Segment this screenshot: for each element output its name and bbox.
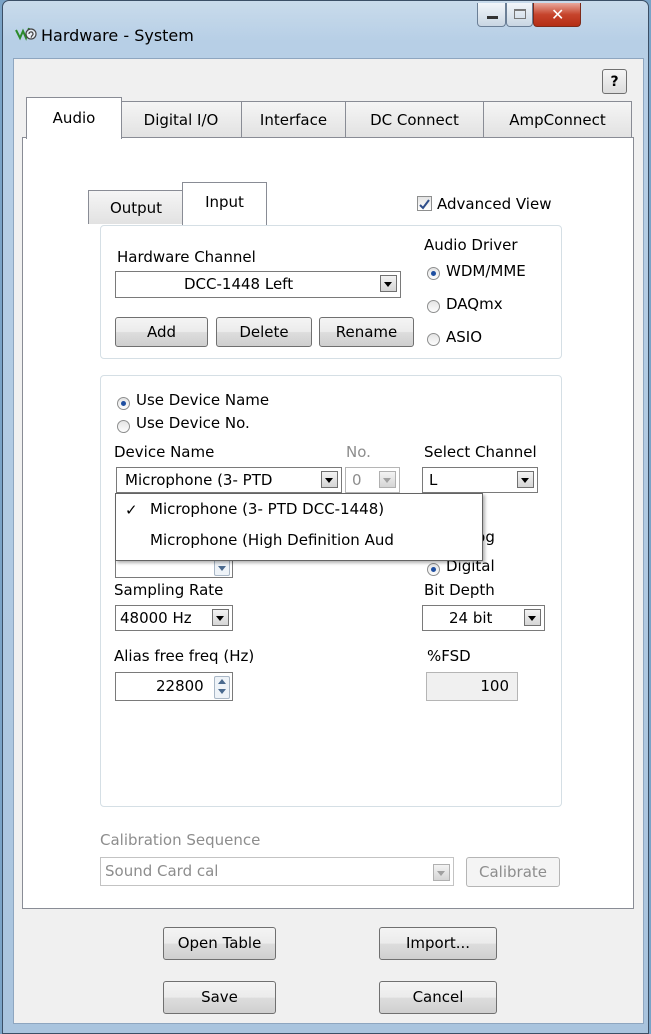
alias-free-input[interactable]: 22800 bbox=[115, 672, 233, 701]
chevron-down-icon bbox=[517, 471, 534, 488]
delete-button[interactable]: Delete bbox=[216, 317, 312, 347]
bit-depth-label: Bit Depth bbox=[424, 581, 495, 599]
calibration-sequence-label: Calibration Sequence bbox=[100, 831, 261, 849]
device-name-value: Microphone (3- PTD bbox=[125, 471, 273, 489]
import-button[interactable]: Import... bbox=[379, 927, 497, 960]
sampling-rate-value: 48000 Hz bbox=[120, 609, 192, 627]
tab-dc-connect[interactable]: DC Connect bbox=[345, 101, 484, 137]
menu-item-device-1[interactable]: Microphone (High Definition Aud bbox=[116, 527, 482, 557]
device-name-label: Device Name bbox=[114, 443, 215, 461]
minimize-icon bbox=[487, 16, 498, 19]
device-no-select: 0 bbox=[345, 467, 400, 493]
add-button[interactable]: Add bbox=[115, 317, 208, 347]
hardware-channel-label: Hardware Channel bbox=[117, 248, 256, 266]
audio-driver-label: Audio Driver bbox=[424, 236, 518, 254]
window-title: Hardware - System bbox=[41, 26, 194, 45]
sampling-rate-select[interactable]: 48000 Hz bbox=[115, 605, 233, 631]
checkmark-icon bbox=[419, 199, 430, 210]
driver-daqmx-label: DAQmx bbox=[446, 295, 503, 313]
fsd-value: 100 bbox=[480, 677, 509, 695]
hardware-channel-select[interactable]: DCC-1448 Left bbox=[115, 271, 401, 298]
save-button[interactable]: Save bbox=[163, 981, 276, 1014]
chevron-down-icon bbox=[321, 471, 338, 488]
alias-free-value: 22800 bbox=[156, 677, 204, 695]
chevron-down-icon bbox=[433, 864, 450, 881]
bit-depth-value: 24 bit bbox=[449, 609, 493, 627]
device-no-label: No. bbox=[346, 443, 371, 461]
menu-item-device-0[interactable]: ✓ Microphone (3- PTD DCC-1448) bbox=[116, 496, 482, 526]
select-channel-value: L bbox=[429, 471, 438, 489]
chevron-down-icon bbox=[379, 471, 396, 488]
sampling-rate-label: Sampling Rate bbox=[114, 581, 224, 599]
device-no-value: 0 bbox=[352, 471, 362, 489]
close-icon: ✕ bbox=[551, 5, 565, 24]
chevron-down-icon bbox=[380, 275, 397, 292]
window: Hardware - System ✕ ? Audio Digital I/O … bbox=[2, 0, 649, 1034]
menu-item-label: Microphone (High Definition Aud bbox=[150, 531, 394, 549]
app-icon bbox=[15, 22, 37, 42]
bit-depth-select[interactable]: 24 bit bbox=[422, 605, 545, 631]
device-name-dropdown-menu: ✓ Microphone (3- PTD DCC-1448) Microphon… bbox=[115, 493, 483, 561]
chevron-down-icon bbox=[212, 609, 229, 626]
driver-wdm-label: WDM/MME bbox=[446, 262, 526, 280]
use-device-name-radio[interactable] bbox=[117, 397, 130, 410]
digital-radio[interactable] bbox=[427, 563, 440, 576]
driver-asio-label: ASIO bbox=[446, 328, 483, 346]
menu-item-label: Microphone (3- PTD DCC-1448) bbox=[150, 500, 385, 518]
cancel-button[interactable]: Cancel bbox=[379, 981, 497, 1014]
minimize-button[interactable] bbox=[477, 3, 506, 27]
subtab-input[interactable]: Input bbox=[182, 182, 267, 225]
fsd-field: 100 bbox=[426, 672, 518, 701]
driver-asio-radio[interactable] bbox=[427, 333, 440, 346]
tab-interface[interactable]: Interface bbox=[241, 101, 346, 137]
device-name-select[interactable]: Microphone (3- PTD bbox=[116, 467, 342, 493]
tab-digital-io[interactable]: Digital I/O bbox=[120, 101, 242, 137]
advanced-view-checkbox[interactable] bbox=[417, 196, 432, 211]
checkmark-icon: ✓ bbox=[125, 501, 138, 519]
help-button[interactable]: ? bbox=[602, 69, 627, 94]
subtab-output[interactable]: Output bbox=[88, 190, 184, 224]
calibration-sequence-select: Sound Card cal bbox=[100, 857, 454, 886]
tab-audio[interactable]: Audio bbox=[26, 97, 122, 139]
maximize-button[interactable] bbox=[506, 3, 533, 27]
driver-wdm-radio[interactable] bbox=[427, 267, 440, 280]
close-button[interactable]: ✕ bbox=[533, 3, 581, 27]
chevron-down-icon bbox=[524, 609, 541, 626]
maximize-icon bbox=[514, 9, 526, 19]
alias-free-label: Alias free freq (Hz) bbox=[114, 647, 255, 665]
hardware-channel-value: DCC-1448 Left bbox=[184, 275, 294, 293]
spinner-icon[interactable] bbox=[214, 676, 230, 699]
use-device-no-label: Use Device No. bbox=[136, 414, 250, 432]
select-channel-label: Select Channel bbox=[424, 443, 537, 461]
use-device-name-label: Use Device Name bbox=[136, 391, 270, 409]
tab-ampconnect[interactable]: AmpConnect bbox=[483, 101, 632, 137]
select-channel-select[interactable]: L bbox=[422, 467, 538, 493]
advanced-view-label: Advanced View bbox=[437, 195, 552, 213]
fsd-label: %FSD bbox=[427, 647, 471, 665]
calibrate-button: Calibrate bbox=[466, 857, 560, 887]
calibration-sequence-value: Sound Card cal bbox=[105, 862, 219, 880]
open-table-button[interactable]: Open Table bbox=[163, 927, 276, 960]
rename-button[interactable]: Rename bbox=[319, 317, 414, 347]
driver-daqmx-radio[interactable] bbox=[427, 300, 440, 313]
use-device-no-radio[interactable] bbox=[117, 420, 130, 433]
